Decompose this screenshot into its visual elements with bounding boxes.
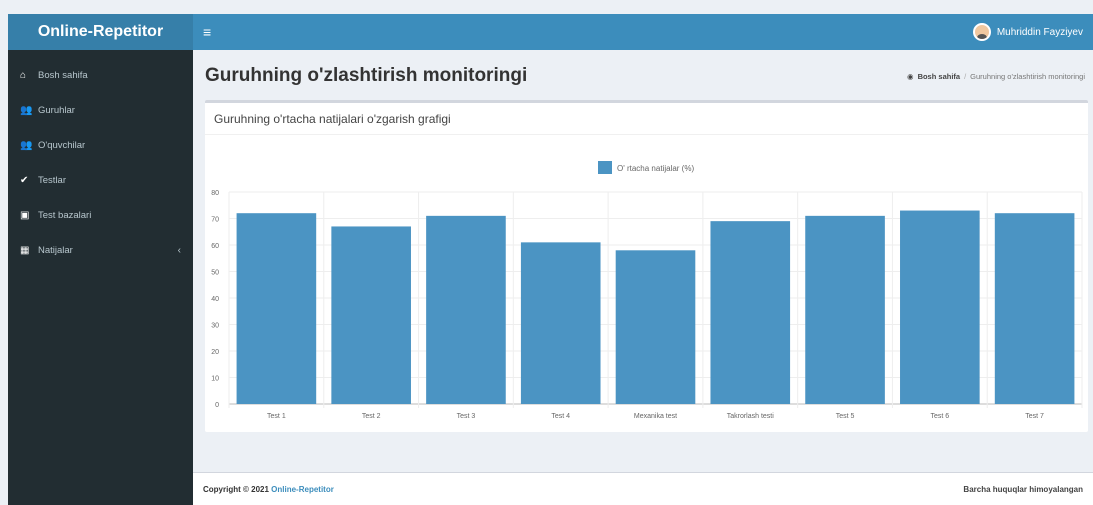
users-icon: 👥 [20,140,33,151]
x-tick-label: Takrorlash testi [727,413,775,420]
bar [615,250,696,404]
footer-copyright: Copyright © 2021 Online-Repetitor [203,485,334,494]
user-name: Muhriddin Fayziyev [996,26,1083,38]
chart-box: Guruhning o'rtacha natijalari o'zgarish … [205,100,1088,432]
sidebar-item-test-bazalari[interactable]: ▣ Test bazalari [8,198,193,233]
x-tick-label: Test 6 [930,413,949,420]
box-title: Guruhning o'rtacha natijalari o'zgarish … [205,103,1088,135]
sidebar-item-label: Bosh sahifa [38,70,88,81]
x-tick-label: Test 7 [1025,413,1044,420]
sidebar-item-label: Test bazalari [38,210,92,221]
bar [426,215,506,404]
x-tick-label: Mexanika test [634,413,677,420]
breadcrumb: ◉ Bosh sahifa / Guruhning o'zlashtirish … [907,72,1085,81]
menu-toggle-icon[interactable]: ≡ [203,24,211,40]
x-tick-label: Test 3 [457,413,476,420]
top-navbar: ≡ Muhriddin Fayziyev [193,14,1093,50]
y-tick-label: 40 [211,296,219,303]
database-icon: ▣ [20,210,30,221]
sidebar-item-label: O'quvchilar [38,140,86,151]
chevron-left-icon: ‹ [177,245,181,256]
x-tick-label: Test 2 [362,413,381,420]
dashboard-icon: ◉ [907,71,914,81]
footer: Copyright © 2021 Online-Repetitor Barcha… [193,472,1093,505]
sidebar-item-oquvchilar[interactable]: 👥 O'quvchilar [8,128,193,163]
sidebar-item-testlar[interactable]: ✔ Testlar [8,163,193,198]
page-title: Guruhning o'zlashtirish monitoringi [205,65,528,86]
copyright-brand-link[interactable]: Online-Repetitor [271,485,334,494]
home-icon: ⌂ [20,70,27,81]
avatar [972,23,991,41]
sidebar-item-guruhlar[interactable]: 👥 Guruhlar [8,93,193,128]
y-tick-label: 60 [211,243,219,250]
x-tick-label: Test 5 [836,413,855,420]
y-tick-label: 70 [211,217,219,224]
x-tick-label: Test 1 [267,413,286,420]
legend-swatch [598,161,612,174]
legend-label: O' rtacha natijalar (%) [617,164,694,173]
sidebar: Online-Repetitor ⌂ Bosh sahifa 👥 Guruhla… [8,14,193,505]
content-header: Guruhning o'zlashtirish monitoringi ◉ Bo… [205,60,1085,92]
y-tick-label: 10 [211,376,219,383]
bar [236,213,317,404]
footer-rights: Barcha huquqlar himoyalangan [963,484,1083,494]
check-icon: ✔ [20,175,29,186]
table-icon: ▦ [20,245,30,256]
x-tick-label: Test 4 [551,413,570,420]
sidebar-item-natijalar[interactable]: ▦ Natijalar ‹ [8,233,193,268]
bar [900,210,980,404]
sidebar-item-bosh-sahifa[interactable]: ⌂ Bosh sahifa [8,58,193,93]
y-tick-label: 20 [211,349,219,356]
y-tick-label: 0 [215,402,219,409]
sidebar-item-label: Testlar [38,175,66,186]
brand-logo[interactable]: Online-Repetitor [8,14,193,50]
user-menu[interactable]: Muhriddin Fayziyev [972,23,1083,41]
y-tick-label: 80 [211,190,219,197]
y-tick-label: 30 [211,323,219,330]
sidebar-menu: ⌂ Bosh sahifa 👥 Guruhlar 👥 O'quvchilar ✔… [8,50,193,268]
y-tick-label: 50 [211,270,219,277]
bar [994,213,1075,404]
bar [710,221,791,404]
copyright-text: Copyright © 2021 [203,484,269,494]
bar [520,242,601,404]
breadcrumb-current: Guruhning o'zlashtirish monitoringi [970,71,1085,81]
breadcrumb-home[interactable]: Bosh sahifa [918,72,961,81]
users-icon: 👥 [20,105,33,116]
sidebar-item-label: Natijalar [38,245,73,256]
sidebar-item-label: Guruhlar [38,105,75,116]
bar-chart: O' rtacha natijalar (%) 0 10 20 30 40 50 60 70 80… [211,161,1083,420]
breadcrumb-separator: / [964,71,967,81]
bar [331,226,411,404]
bar [805,215,885,404]
